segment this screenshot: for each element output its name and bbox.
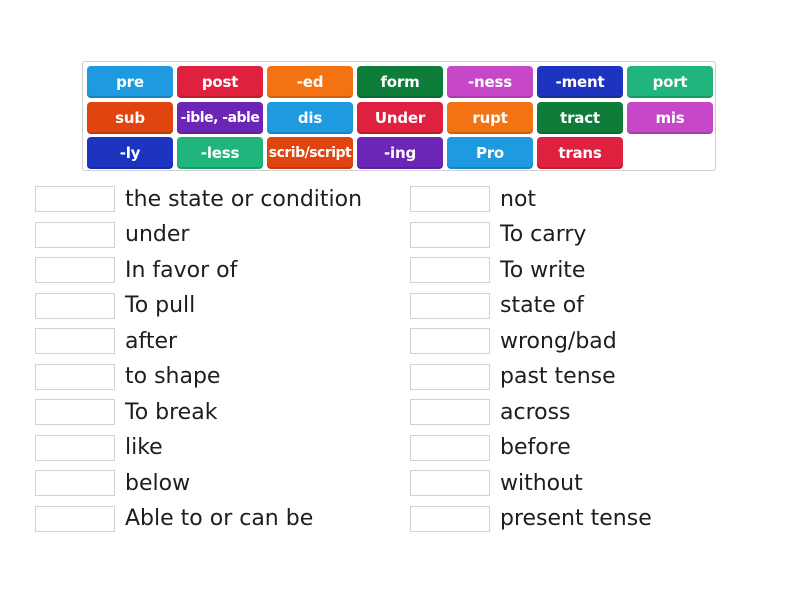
drop-slot[interactable] [410, 505, 490, 532]
definition-label: the state or condition [125, 186, 363, 212]
word-tile[interactable]: port [627, 66, 713, 98]
definition-row: past tense [410, 363, 616, 391]
definition-label: wrong/bad [500, 328, 617, 354]
definition-label: below [125, 470, 191, 496]
word-tile[interactable]: -less [177, 137, 263, 169]
word-tile[interactable]: -ing [357, 137, 443, 169]
definition-row: to shape [35, 363, 220, 391]
definition-row: To carry [410, 221, 586, 249]
word-tile[interactable]: trans [537, 137, 623, 169]
word-tile[interactable]: post [177, 66, 263, 98]
definition-label: To pull [125, 293, 196, 318]
drop-slot[interactable] [35, 470, 115, 496]
drop-slot[interactable] [410, 221, 490, 248]
definition-label: without [500, 470, 583, 496]
word-tile[interactable]: form [357, 66, 443, 98]
definition-row: under [35, 221, 189, 249]
definition-row: state of [410, 292, 584, 320]
drop-slot[interactable] [410, 328, 490, 354]
definition-label: under [125, 222, 190, 247]
drop-slot[interactable] [35, 292, 115, 319]
word-tile[interactable]: pre [87, 66, 173, 98]
definition-label: To carry [500, 222, 587, 247]
definition-row: below [35, 469, 190, 497]
word-tile[interactable]: Under [357, 101, 443, 134]
word-tile[interactable]: -ible, -able [177, 101, 263, 134]
definition-label: to shape [125, 364, 221, 389]
word-tile[interactable]: dis [267, 101, 353, 134]
word-tile[interactable]: -ed [267, 66, 353, 98]
drop-slot[interactable] [410, 363, 490, 390]
definition-label: before [500, 435, 571, 460]
drop-slot[interactable] [35, 328, 115, 354]
definition-row: like [35, 434, 163, 462]
word-tile[interactable]: -ness [447, 66, 533, 98]
definition-label: past tense [500, 364, 616, 389]
word-tile[interactable]: scrib/script [267, 137, 353, 169]
definition-label: In favor of [125, 257, 238, 283]
definition-row: across [410, 398, 571, 426]
drop-slot[interactable] [410, 434, 490, 461]
definition-row: To write [410, 256, 585, 284]
definition-row: after [35, 327, 177, 355]
definition-row: not [410, 185, 536, 213]
drop-slot[interactable] [35, 221, 115, 248]
word-tile[interactable]: -ment [537, 66, 623, 98]
drop-slot[interactable] [410, 292, 490, 319]
definition-row: In favor of [35, 256, 237, 284]
word-tile[interactable]: sub [87, 101, 173, 134]
drop-slot[interactable] [410, 399, 490, 425]
word-tile[interactable]: -ly [87, 137, 173, 169]
word-tile[interactable]: mis [627, 101, 713, 134]
definition-row: before [410, 434, 571, 462]
drop-slot[interactable] [410, 470, 490, 496]
definition-label: To write [500, 257, 586, 283]
definition-label: not [500, 186, 537, 212]
definition-row: the state or condition [35, 185, 362, 213]
word-tile[interactable]: tract [537, 101, 623, 134]
definition-label: To break [125, 399, 218, 425]
drop-slot[interactable] [35, 257, 115, 283]
definition-row: without [410, 469, 583, 497]
drop-slot[interactable] [35, 363, 115, 390]
definition-label: present tense [500, 506, 652, 531]
definition-row: wrong/bad [410, 327, 617, 355]
drop-slot[interactable] [410, 257, 490, 283]
word-tile[interactable]: Pro [447, 137, 533, 169]
definition-label: across [500, 399, 571, 425]
definition-row: Able to or can be [35, 505, 313, 533]
drop-slot[interactable] [35, 505, 115, 532]
definition-label: after [125, 328, 178, 354]
drop-slot[interactable] [35, 186, 115, 212]
definition-label: state of [500, 293, 584, 318]
definition-label: like [125, 435, 163, 460]
word-tile[interactable]: rupt [447, 101, 533, 134]
drop-slot[interactable] [410, 186, 490, 212]
word-bank: pre post -ed form -ness -ment port sub -ible, -a… [82, 61, 716, 171]
definition-row: To break [35, 398, 217, 426]
drop-slot[interactable] [35, 434, 115, 461]
definition-label: Able to or can be [125, 506, 314, 531]
definition-row: To pull [35, 292, 195, 320]
drop-slot[interactable] [35, 399, 115, 425]
definition-row: present tense [410, 505, 652, 533]
